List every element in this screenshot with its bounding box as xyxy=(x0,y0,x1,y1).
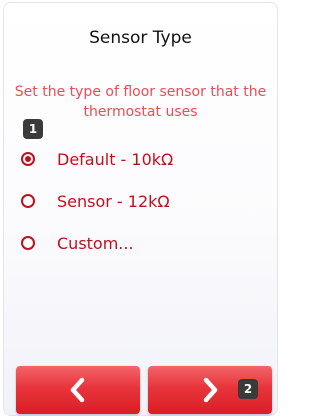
option-default[interactable]: Default - 10kΩ xyxy=(21,146,173,172)
option-label: Default - 10kΩ xyxy=(57,149,174,169)
radio-unselected-icon[interactable] xyxy=(21,194,35,208)
option-custom[interactable]: Custom... xyxy=(21,230,134,256)
option-label: Custom... xyxy=(57,233,134,253)
back-button[interactable] xyxy=(16,366,140,414)
step-badge-1: 1 xyxy=(23,119,43,139)
page-subtitle: Set the type of floor sensor that the th… xyxy=(14,84,267,120)
option-label: Sensor - 12kΩ xyxy=(57,191,170,211)
chevron-left-icon xyxy=(70,377,85,403)
option-sensor[interactable]: Sensor - 12kΩ xyxy=(21,188,170,214)
page-title: Sensor Type xyxy=(89,28,192,48)
chevron-right-icon xyxy=(203,377,218,403)
radio-unselected-icon[interactable] xyxy=(21,236,35,250)
step-badge-2: 2 xyxy=(238,379,258,399)
radio-selected-icon[interactable] xyxy=(21,152,35,166)
thermostat-screen: Sensor Type Set the type of floor sensor… xyxy=(3,2,278,416)
